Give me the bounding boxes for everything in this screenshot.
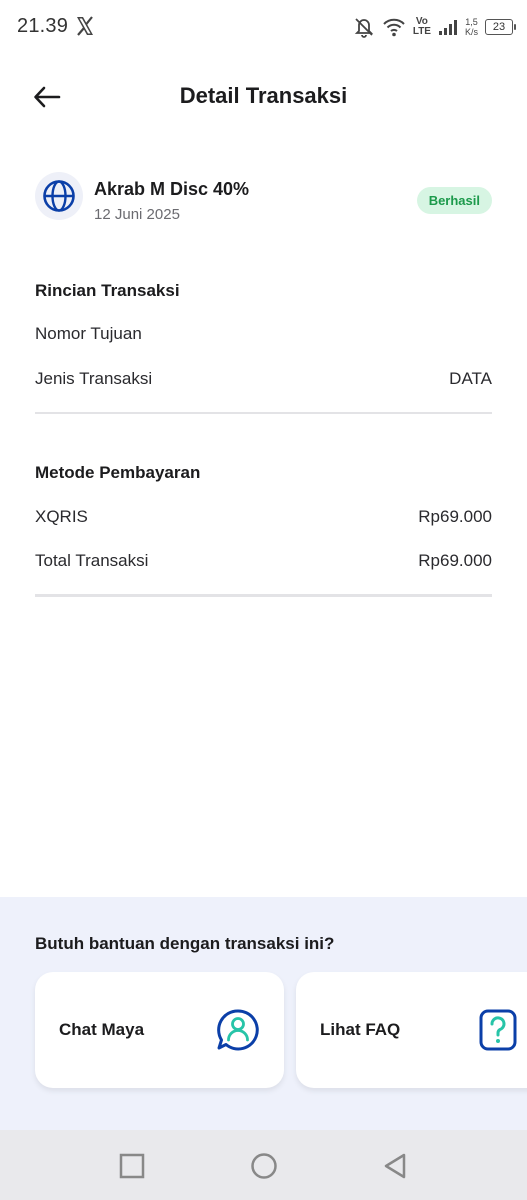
row-value: Rp69.000 bbox=[418, 551, 492, 570]
section-divider bbox=[35, 594, 492, 597]
row-value: DATA bbox=[449, 369, 492, 388]
network-speed: 1,5 K/s bbox=[465, 17, 478, 37]
help-title: Butuh bantuan dengan transaksi ini? bbox=[35, 934, 335, 953]
battery-level: 23 bbox=[492, 21, 506, 33]
volte-indicator: Vo LTE bbox=[413, 17, 431, 37]
row-label: Jenis Transaksi bbox=[35, 369, 153, 388]
question-icon bbox=[479, 1009, 517, 1051]
page-title: Detail Transaksi bbox=[179, 83, 348, 108]
payment-row-method: XQRIS Rp69.000 bbox=[35, 507, 492, 531]
detail-row-nomor-tujuan: Nomor Tujuan bbox=[35, 324, 492, 348]
notifications-off-icon bbox=[354, 18, 374, 38]
row-label: Total Transaksi bbox=[35, 551, 149, 570]
card-label: Lihat FAQ bbox=[320, 1020, 401, 1039]
network-bottom: LTE bbox=[412, 26, 431, 37]
status-icons: Vo LTE 1,5 K/s 23 bbox=[353, 14, 516, 40]
transaction-date: 12 Juni 2025 bbox=[94, 206, 180, 223]
speed-unit: K/s bbox=[464, 27, 478, 37]
battery-icon: 23 bbox=[485, 19, 516, 35]
transaction-summary: Akrab M Disc 40% 12 Juni 2025 Berhasil bbox=[35, 172, 492, 228]
product-icon-wrapper bbox=[35, 172, 83, 220]
status-bar: 21.39 Vo LTE 1,5 K/s 23 bbox=[0, 0, 527, 54]
speed-value: 1,5 bbox=[465, 17, 478, 27]
row-value: Rp69.000 bbox=[418, 507, 492, 526]
back-nav-icon[interactable] bbox=[382, 1152, 410, 1180]
app-header: Detail Transaksi bbox=[0, 70, 527, 124]
row-label: Nomor Tujuan bbox=[35, 324, 142, 343]
detail-row-jenis-transaksi: Jenis Transaksi DATA bbox=[35, 369, 492, 393]
x-logo-icon bbox=[77, 16, 93, 36]
status-badge: Berhasil bbox=[416, 187, 492, 214]
pembayaran-title: Metode Pembayaran bbox=[35, 463, 201, 482]
wifi-icon bbox=[383, 18, 405, 37]
home-icon[interactable] bbox=[250, 1152, 278, 1180]
globe-icon bbox=[43, 180, 75, 212]
chat-person-icon bbox=[217, 1009, 259, 1051]
chat-maya-button[interactable]: Chat Maya bbox=[35, 972, 284, 1088]
payment-row-total: Total Transaksi Rp69.000 bbox=[35, 551, 492, 575]
lihat-faq-button[interactable]: Lihat FAQ bbox=[296, 972, 527, 1088]
help-section: Butuh bantuan dengan transaksi ini? Chat… bbox=[0, 897, 527, 1130]
section-divider bbox=[35, 412, 492, 414]
product-name: Akrab M Disc 40% bbox=[94, 179, 250, 199]
status-time: 21.39 bbox=[17, 15, 69, 37]
recent-apps-icon[interactable] bbox=[118, 1152, 146, 1180]
row-label: XQRIS bbox=[35, 507, 88, 526]
signal-icon bbox=[438, 20, 457, 35]
rincian-title: Rincian Transaksi bbox=[35, 281, 180, 300]
system-nav-bar bbox=[0, 1130, 527, 1200]
card-label: Chat Maya bbox=[59, 1020, 145, 1039]
